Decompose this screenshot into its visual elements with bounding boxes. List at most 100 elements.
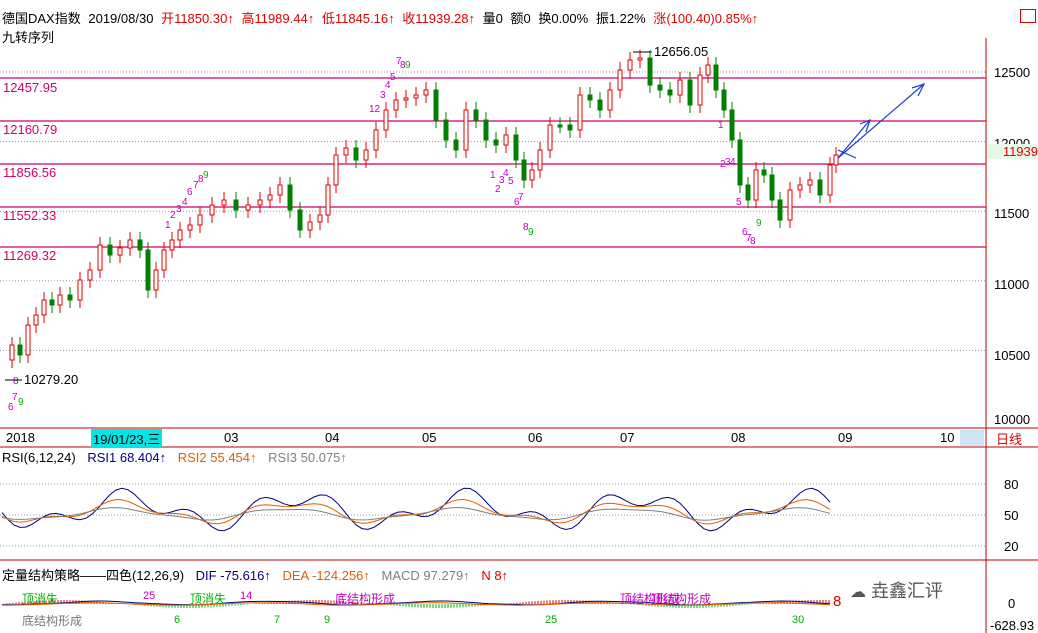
candle-body [443,119,449,141]
candle-body [637,57,643,61]
candle-body [647,57,653,86]
macd-num-6: 6 [174,614,181,626]
sequence-marker: 8 [750,236,756,247]
candle-body [705,64,711,76]
candle-body [57,294,63,306]
sequence-marker: 9 [756,218,762,229]
candle-body [9,344,15,361]
candle-body [333,154,339,186]
candle-body [521,159,527,181]
candle-body [107,244,113,256]
x-tick-10: 10 [940,430,955,445]
candle-body [373,129,379,151]
sequence-marker: 9 [528,227,534,238]
macd-label-3: 顶消失 [190,592,227,606]
macd-num-14: 14 [240,590,253,602]
x-tick-08: 08 [731,430,746,445]
candle-body [197,214,203,226]
rsi-tick-50: 50 [1004,508,1019,523]
candle-body [153,269,159,291]
rsi-title: RSI(6,12,24) RSI1 68.404↑ RSI2 55.454↑ R… [2,450,355,465]
sequence-marker: 8 [13,376,19,387]
sequence-marker: 5 [736,197,742,208]
candle-body [127,239,133,249]
macd-label-6: 顶结构形成 [651,592,712,606]
sequence-marker: 1 [718,120,724,131]
candle-body [657,84,663,91]
scroll-handle[interactable] [960,430,984,446]
candle-body [529,169,535,181]
macd-tick-0: 0 [1008,596,1016,611]
candle-body [677,79,683,96]
price-tick-11500: 11500 [994,206,1030,221]
level-label-4: 11552.33 [3,208,57,223]
candle-body [713,64,719,91]
candle-body [245,204,251,211]
candle-body [403,97,409,101]
candle-body [423,89,429,96]
low-annotation: 10279.20 [24,372,79,387]
candle-body [187,224,193,231]
candle-body [161,249,167,271]
rsi-tick-80: 80 [1004,477,1019,492]
candle-body [209,204,215,216]
x-tick-05: 05 [422,430,437,445]
candle-body [277,184,283,196]
candle-body [221,199,227,206]
candle-body [503,134,509,146]
candle-body [537,149,543,171]
candle-body [463,109,469,151]
candle-body [49,299,55,306]
level-label-1: 12457.95 [3,80,58,95]
period-button[interactable]: 日线 [996,429,1036,448]
sequence-marker: 7 [518,192,524,203]
wechat-icon: ☁ [850,584,866,601]
rsi3-line [1,506,831,521]
candle-body [761,169,767,176]
candle-body [97,244,103,271]
candle-body [547,124,553,151]
x-tick-04: 04 [325,430,340,445]
macd-label-4: 底结构形成 [335,592,396,606]
candle-body [769,174,775,201]
sequence-marker: 4 [730,157,736,168]
candle-body [557,124,563,128]
candle-body [453,139,459,151]
candle-body [833,154,839,166]
candle-body [363,149,369,161]
sequence-marker: 12 [369,104,381,115]
x-tick-06: 06 [528,430,543,445]
candle-body [117,247,123,256]
rsi2-value: RSI2 55.454↑ [177,450,257,465]
candle-body [17,344,23,356]
candle-body [267,194,273,201]
candle-body [473,109,479,121]
candle-body [597,99,603,111]
candle-body [297,209,303,231]
candle-body [233,199,239,211]
x-tick-09: 09 [838,430,853,445]
candle-body [807,179,813,186]
rsi3-value: RSI3 50.075↑ [268,450,347,465]
candle-body [627,59,633,71]
candle-body [145,249,151,291]
candle-body [307,221,313,231]
candle-body [729,109,735,141]
candle-body [257,199,263,206]
candle-body [483,119,489,141]
macd-num-25a: 25 [143,590,156,602]
rsi-params: RSI(6,12,24) [2,450,76,465]
watermark: ☁ 垚鑫汇评 [850,577,943,603]
level-label-3: 11856.56 [3,165,57,180]
candle-body [137,239,143,251]
candle-body [745,184,751,201]
sequence-marker: 9 [18,397,24,408]
macd-num-30: 30 [792,614,805,626]
candle-body [817,179,823,196]
candle-body [317,214,323,223]
candle-body [617,69,623,91]
candle-body [87,269,93,281]
candle-body [513,134,519,161]
candle-body [383,109,389,131]
rsi1-line [1,487,831,532]
